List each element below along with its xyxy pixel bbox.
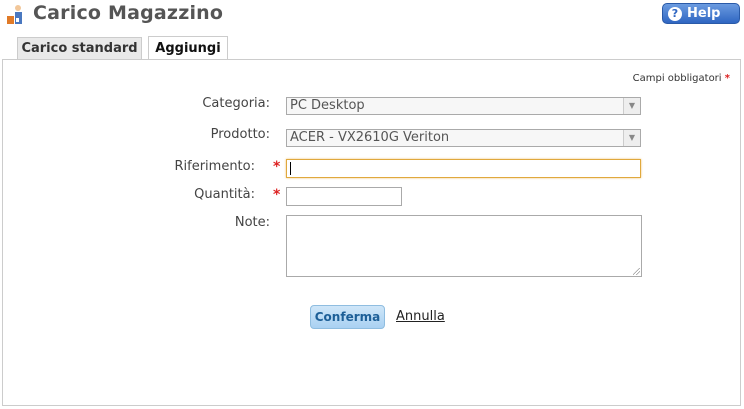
quantita-label: Quantità: — [194, 187, 255, 202]
chevron-down-icon[interactable]: ▼ — [623, 98, 640, 114]
required-fields-note: Campi obbligatori * — [633, 73, 730, 84]
warehouse-icon — [5, 4, 25, 26]
confirm-button[interactable]: Conferma — [310, 305, 385, 329]
resize-handle-icon[interactable] — [633, 268, 640, 275]
categoria-value: PC Desktop — [290, 98, 365, 113]
prodotto-value: ACER - VX2610G Veriton — [290, 130, 450, 145]
required-star-icon: * — [724, 73, 730, 84]
riferimento-label: Riferimento: — [174, 159, 255, 174]
note-label: Note: — [234, 215, 270, 230]
question-icon: ? — [668, 6, 682, 21]
tab-carico-standard[interactable]: Carico standard — [17, 37, 142, 59]
text-caret — [290, 162, 291, 175]
page-title: Carico Magazzino — [33, 2, 224, 24]
categoria-select[interactable]: PC Desktop ▼ — [286, 97, 641, 115]
help-button[interactable]: ? Help — [662, 3, 740, 24]
categoria-label: Categoria: — [202, 96, 270, 111]
chevron-down-icon[interactable]: ▼ — [623, 130, 640, 146]
help-label: Help — [687, 6, 721, 21]
form-panel: Campi obbligatori * Categoria: PC Deskto… — [2, 59, 741, 406]
quantita-input[interactable] — [286, 187, 402, 206]
required-star-icon: * — [273, 159, 281, 175]
prodotto-select[interactable]: ACER - VX2610G Veriton ▼ — [286, 129, 641, 147]
required-note-label: Campi obbligatori — [632, 73, 722, 84]
required-star-icon: * — [273, 187, 281, 203]
tab-aggiungi[interactable]: Aggiungi — [148, 36, 228, 60]
prodotto-label: Prodotto: — [210, 127, 270, 142]
note-textarea[interactable] — [286, 215, 642, 277]
cancel-link[interactable]: Annulla — [396, 309, 445, 324]
riferimento-input[interactable] — [286, 159, 641, 178]
